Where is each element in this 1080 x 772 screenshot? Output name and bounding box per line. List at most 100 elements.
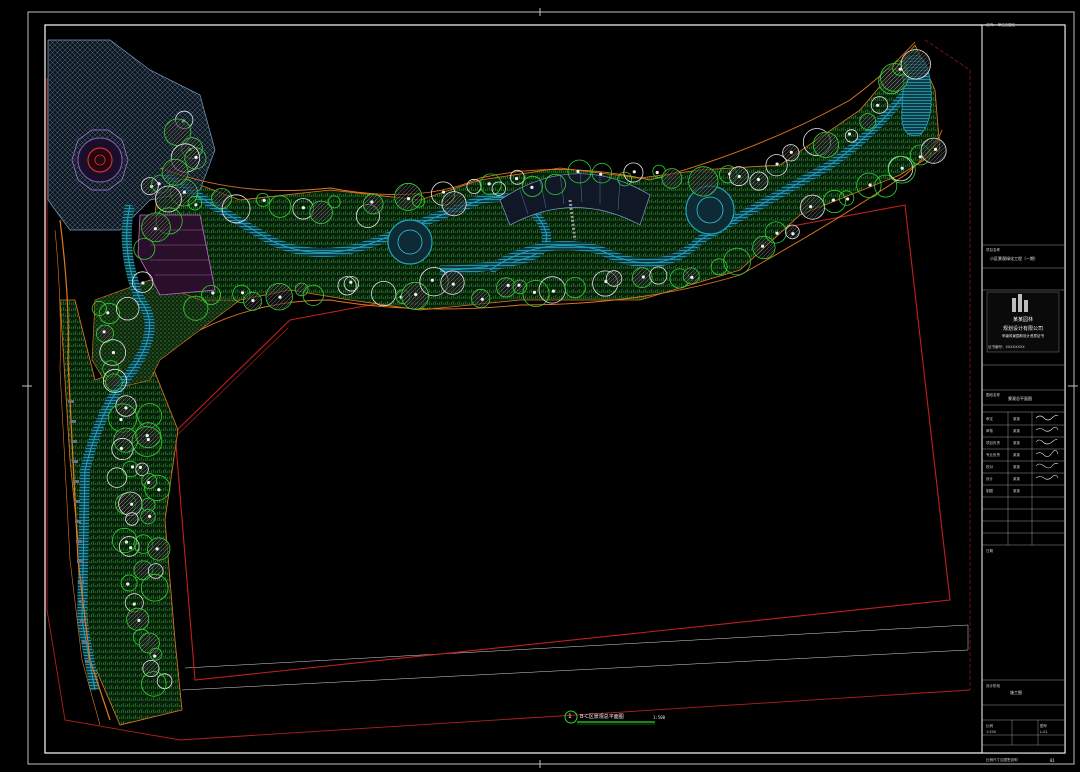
- tb-project-label: 项目名称: [986, 248, 1000, 252]
- shrub-symbol: [831, 198, 836, 202]
- shrub-symbol: [846, 197, 850, 201]
- shrub-symbol: [194, 203, 198, 207]
- tree-symbol: [142, 660, 160, 678]
- shrub-symbol: [241, 291, 245, 295]
- tree-symbol: [294, 282, 309, 297]
- tb-row-role: 制图: [986, 489, 993, 493]
- shrub-symbol: [129, 546, 133, 550]
- shrub-symbol: [551, 289, 556, 293]
- tree-symbol: [394, 182, 423, 211]
- shrub-symbol: [370, 200, 374, 204]
- shrub-symbol: [775, 231, 779, 235]
- shrub-symbol: [137, 618, 141, 623]
- shrub-symbol: [847, 132, 852, 136]
- tree-symbol: [859, 113, 877, 130]
- shrub-symbol: [153, 654, 157, 658]
- shrub-symbol: [515, 177, 519, 181]
- shrub-symbol: [157, 488, 161, 492]
- tree-symbol: [605, 270, 623, 287]
- tree-symbol: [441, 191, 467, 217]
- shrub-symbol: [430, 278, 434, 282]
- shrub-symbol: [530, 185, 534, 189]
- shrub-symbol: [130, 465, 135, 469]
- plan-title: B-C区景观总平面图: [580, 714, 624, 720]
- shrub-symbol: [155, 547, 159, 551]
- tree-symbol: [149, 647, 163, 661]
- tree-symbols: [91, 49, 947, 697]
- tree-symbol: [211, 187, 233, 209]
- tb-row-name: 某某: [1013, 453, 1020, 457]
- tree-symbol: [362, 193, 384, 215]
- shrub-symbol: [414, 292, 418, 297]
- shrub-symbol: [655, 170, 659, 175]
- tree-symbol: [161, 158, 189, 186]
- shrub-symbol: [111, 351, 115, 355]
- title-block: [981, 24, 1066, 754]
- tb-drawing-no: L-01: [1040, 730, 1048, 734]
- tb-drawing-name: 景观总平面图: [1008, 396, 1032, 401]
- shrub-symbol: [933, 147, 938, 151]
- shrub-symbol: [632, 170, 636, 174]
- shrub-symbol: [737, 174, 741, 179]
- shrub-symbol: [138, 465, 143, 469]
- tb-company-line2: 规划设计有限公司: [1002, 326, 1043, 332]
- shrub-symbol: [262, 198, 266, 202]
- shrub-symbol: [868, 183, 872, 187]
- shrub-symbol: [809, 205, 813, 209]
- shrub-symbol: [599, 172, 603, 176]
- shrub-symbol: [517, 283, 521, 287]
- tb-stage: 施工图: [1010, 690, 1022, 695]
- shrub-symbol: [157, 182, 161, 186]
- tree-symbol: [125, 512, 139, 526]
- tb-row-name: 某某: [1013, 477, 1020, 481]
- shrub-symbol: [576, 169, 580, 174]
- shrub-symbol: [147, 480, 151, 485]
- cad-drawing-canvas: [22, 8, 1078, 768]
- shrub-symbol: [900, 166, 904, 170]
- shrub-symbol: [349, 280, 353, 284]
- tb-stage-label: 设计阶段: [986, 684, 1000, 688]
- tree-symbol: [749, 171, 769, 191]
- shrub-symbol: [153, 227, 157, 231]
- shrub-symbol: [251, 298, 255, 303]
- shrub-symbol: [278, 295, 282, 299]
- tb-top-note: 说明： 单位见图纸: [986, 23, 1016, 27]
- shrub-symbol: [756, 177, 761, 182]
- tree-symbol: [661, 168, 683, 189]
- tree-symbol: [682, 267, 700, 285]
- tree-symbol: [440, 270, 465, 295]
- shrub-symbol: [124, 406, 128, 410]
- shrub-symbol: [918, 155, 922, 159]
- site-boundary-lower: [181, 624, 969, 691]
- tree-symbol: [900, 49, 931, 80]
- tb-scale: 1:500: [986, 730, 997, 734]
- tree-symbol: [115, 395, 137, 417]
- shrub-symbol: [641, 275, 645, 279]
- shrub-symbol: [148, 514, 152, 519]
- shrub-symbol: [182, 190, 186, 194]
- shrub-symbol: [761, 244, 765, 248]
- shrub-symbol: [119, 446, 123, 450]
- plan-scale: 1:500: [653, 715, 666, 720]
- shrub-symbol: [789, 150, 793, 154]
- tree-symbol: [126, 607, 150, 631]
- tb-drawing-name-label: 图纸名称: [986, 393, 1000, 397]
- tree-symbol: [140, 508, 156, 525]
- tb-project-name: 小区景观绿化工程（一期）: [990, 256, 1038, 261]
- tree-symbol: [147, 537, 171, 561]
- shrub-symbol: [119, 418, 123, 422]
- fountain-inner: [87, 147, 113, 173]
- tree-symbol: [752, 235, 776, 260]
- tb-row-role: 审定: [986, 417, 993, 421]
- shrub-symbol: [132, 602, 136, 606]
- tb-cert-line: 证书编号：XXXXXXXX: [988, 345, 1025, 349]
- shrub-symbol: [211, 291, 215, 295]
- tree-symbol: [800, 194, 826, 220]
- frame-note: 比例尺寸见图签说明: [986, 758, 1018, 762]
- tree-symbol: [688, 166, 719, 197]
- shrub-symbol: [791, 232, 795, 236]
- tb-row-role: 审核: [986, 429, 993, 433]
- shrub-symbol: [406, 197, 411, 201]
- plan-number: 1: [568, 713, 572, 720]
- tb-row-role: 项目负责: [986, 441, 1000, 445]
